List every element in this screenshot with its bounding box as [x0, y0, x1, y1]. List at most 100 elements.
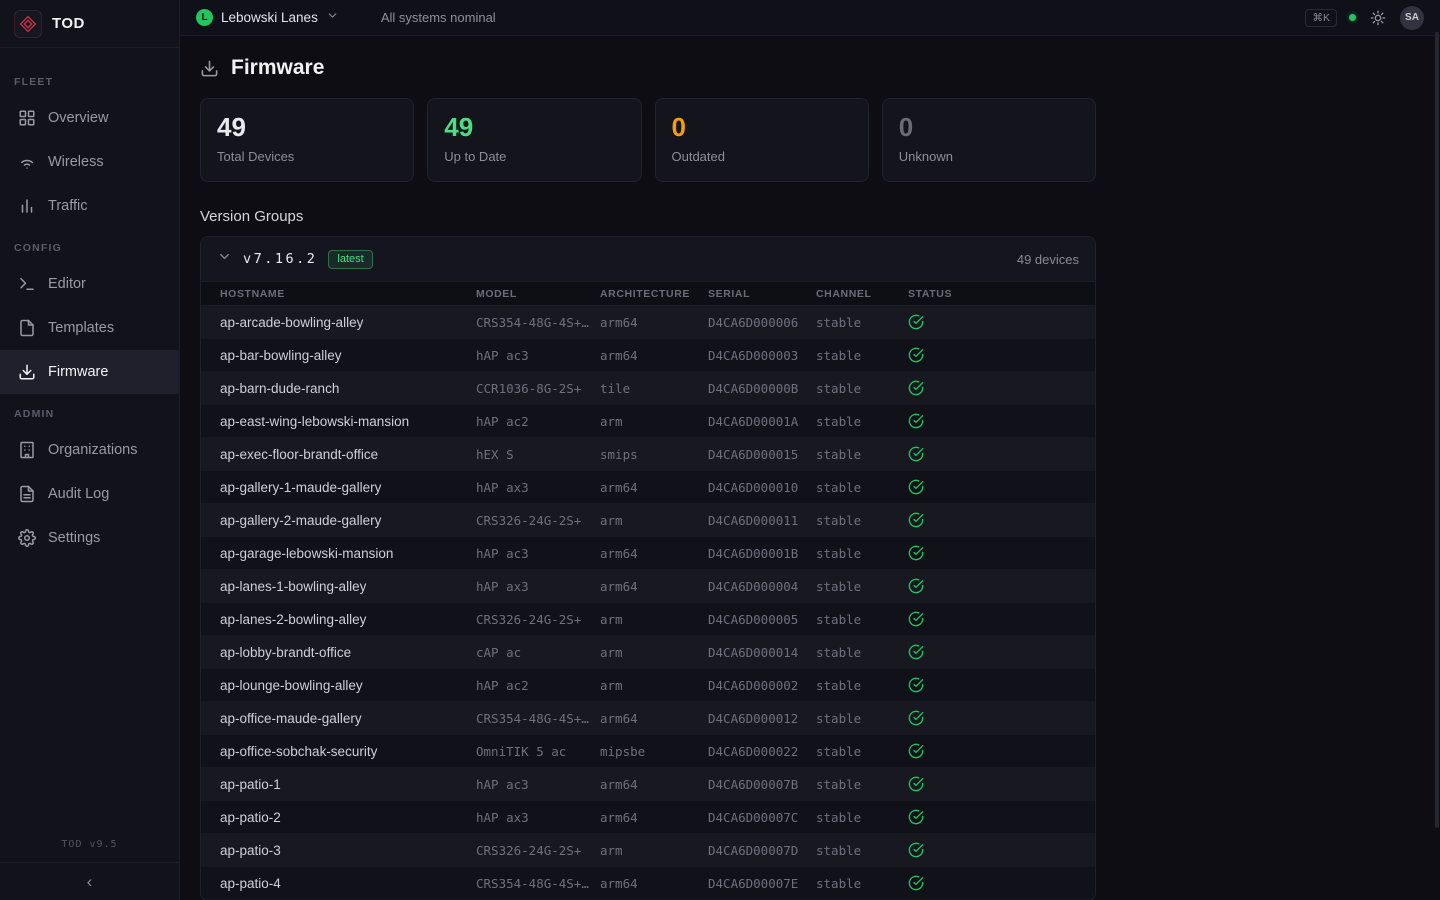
cell-serial: D4CA6D00007D	[708, 843, 816, 858]
nav-section-label: CONFIG	[0, 228, 179, 262]
cell-architecture: arm64	[600, 777, 708, 792]
cell-serial: D4CA6D000015	[708, 447, 816, 462]
cell-channel: stable	[816, 645, 908, 660]
cell-model: OmniTIK 5 ac	[476, 744, 600, 759]
command-palette-shortcut[interactable]: ⌘K	[1305, 9, 1337, 27]
cell-channel: stable	[816, 381, 908, 396]
cell-serial: D4CA6D000022	[708, 744, 816, 759]
cell-hostname: ap-patio-1	[220, 777, 476, 792]
device-count: 49 devices	[1017, 252, 1079, 267]
cell-model: hAP ac3	[476, 348, 600, 363]
cell-hostname: ap-patio-4	[220, 876, 476, 891]
table-row[interactable]: ap-exec-floor-brandt-officehEX SsmipsD4C…	[201, 438, 1095, 471]
table-row[interactable]: ap-patio-4CRS354-48G-4S+…arm64D4CA6D0000…	[201, 867, 1095, 900]
table-row[interactable]: ap-barn-dude-ranchCCR1036-8G-2S+tileD4CA…	[201, 372, 1095, 405]
check-circle-icon	[908, 776, 924, 792]
cell-status	[908, 347, 1095, 363]
cell-status	[908, 809, 1095, 825]
cell-architecture: arm64	[600, 876, 708, 891]
table-row[interactable]: ap-gallery-1-maude-galleryhAP ax3arm64D4…	[201, 471, 1095, 504]
cell-serial: D4CA6D000006	[708, 315, 816, 330]
cell-status	[908, 644, 1095, 660]
cell-hostname: ap-lanes-2-bowling-alley	[220, 612, 476, 627]
sidebar-collapse-button[interactable]: ‹	[0, 862, 179, 900]
cell-serial: D4CA6D000004	[708, 579, 816, 594]
column-header-serial: SERIAL	[708, 288, 816, 300]
cell-channel: stable	[816, 612, 908, 627]
cell-channel: stable	[816, 315, 908, 330]
sidebar-item-traffic[interactable]: Traffic	[0, 184, 179, 228]
stat-label: Outdated	[672, 149, 852, 164]
sidebar-item-organizations[interactable]: Organizations	[0, 428, 179, 472]
chevron-down-icon[interactable]	[217, 249, 232, 269]
table-row[interactable]: ap-patio-1hAP ac3arm64D4CA6D00007Bstable	[201, 768, 1095, 801]
check-circle-icon	[908, 512, 924, 528]
org-selector[interactable]: L Lebowski Lanes	[196, 9, 339, 27]
cell-channel: stable	[816, 843, 908, 858]
cell-hostname: ap-garage-lebowski-mansion	[220, 546, 476, 561]
cell-model: CRS326-24G-2S+	[476, 843, 600, 858]
cell-hostname: ap-patio-3	[220, 843, 476, 858]
cell-status	[908, 314, 1095, 330]
version-label: v7.16.2	[243, 251, 317, 267]
cell-architecture: arm64	[600, 348, 708, 363]
table-row[interactable]: ap-lanes-2-bowling-alleyCRS326-24G-2S+ar…	[201, 603, 1095, 636]
sidebar-item-templates[interactable]: Templates	[0, 306, 179, 350]
table-row[interactable]: ap-office-maude-galleryCRS354-48G-4S+…ar…	[201, 702, 1095, 735]
cell-status	[908, 776, 1095, 792]
cell-status	[908, 479, 1095, 495]
sidebar-item-audit-log[interactable]: Audit Log	[0, 472, 179, 516]
sidebar-item-overview[interactable]: Overview	[0, 96, 179, 140]
cell-status	[908, 677, 1095, 693]
download-icon	[18, 363, 36, 381]
scrollbar-thumb[interactable]	[1435, 32, 1439, 828]
check-circle-icon	[908, 644, 924, 660]
cell-channel: stable	[816, 678, 908, 693]
table-row[interactable]: ap-bar-bowling-alleyhAP ac3arm64D4CA6D00…	[201, 339, 1095, 372]
cell-serial: D4CA6D00007E	[708, 876, 816, 891]
check-circle-icon	[908, 545, 924, 561]
cell-hostname: ap-exec-floor-brandt-office	[220, 447, 476, 462]
version-group-header[interactable]: v7.16.2 latest 49 devices	[201, 237, 1095, 281]
column-header-status: STATUS	[908, 288, 1095, 300]
sidebar-item-settings[interactable]: Settings	[0, 516, 179, 560]
cell-status	[908, 710, 1095, 726]
table-row[interactable]: ap-lobby-brandt-officecAP acarmD4CA6D000…	[201, 636, 1095, 669]
sidebar-item-wireless[interactable]: Wireless	[0, 140, 179, 184]
cell-channel: stable	[816, 513, 908, 528]
nav-section-label: FLEET	[0, 62, 179, 96]
table-row[interactable]: ap-gallery-2-maude-galleryCRS326-24G-2S+…	[201, 504, 1095, 537]
cell-architecture: arm64	[600, 480, 708, 495]
topbar: L Lebowski Lanes All systems nominal ⌘K	[180, 0, 1440, 36]
main-content: Firmware 49Total Devices49Up to Date0Out…	[180, 36, 1440, 900]
cell-status	[908, 611, 1095, 627]
cell-status	[908, 413, 1095, 429]
cell-serial: D4CA6D000012	[708, 711, 816, 726]
column-header-hostname: HOSTNAME	[220, 288, 476, 300]
cell-model: hAP ac2	[476, 678, 600, 693]
cell-model: hAP ax3	[476, 810, 600, 825]
sidebar-item-editor[interactable]: Editor	[0, 262, 179, 306]
table-row[interactable]: ap-garage-lebowski-mansionhAP ac3arm64D4…	[201, 537, 1095, 570]
table-row[interactable]: ap-patio-2hAP ax3arm64D4CA6D00007Cstable	[201, 801, 1095, 834]
user-avatar[interactable]: SA	[1400, 6, 1424, 30]
table-row[interactable]: ap-lanes-1-bowling-alleyhAP ax3arm64D4CA…	[201, 570, 1095, 603]
table-row[interactable]: ap-lounge-bowling-alleyhAP ac2armD4CA6D0…	[201, 669, 1095, 702]
doc-text-icon	[18, 485, 36, 503]
cell-hostname: ap-lanes-1-bowling-alley	[220, 579, 476, 594]
sidebar-item-label: Traffic	[48, 198, 87, 214]
table-row[interactable]: ap-office-sobchak-securityOmniTIK 5 acmi…	[201, 735, 1095, 768]
wifi-icon	[18, 153, 36, 171]
cell-channel: stable	[816, 447, 908, 462]
stat-label: Total Devices	[217, 149, 397, 164]
cell-model: CRS354-48G-4S+…	[476, 315, 600, 330]
stat-value: 0	[899, 113, 1079, 142]
table-row[interactable]: ap-patio-3CRS326-24G-2S+armD4CA6D00007Ds…	[201, 834, 1095, 867]
page-header: Firmware	[200, 56, 1440, 80]
cell-channel: stable	[816, 414, 908, 429]
table-row[interactable]: ap-east-wing-lebowski-mansionhAP ac2armD…	[201, 405, 1095, 438]
theme-toggle-sun-icon[interactable]	[1368, 8, 1388, 28]
download-icon	[200, 59, 219, 78]
table-row[interactable]: ap-arcade-bowling-alleyCRS354-48G-4S+…ar…	[201, 306, 1095, 339]
sidebar-item-firmware[interactable]: Firmware	[0, 350, 179, 394]
